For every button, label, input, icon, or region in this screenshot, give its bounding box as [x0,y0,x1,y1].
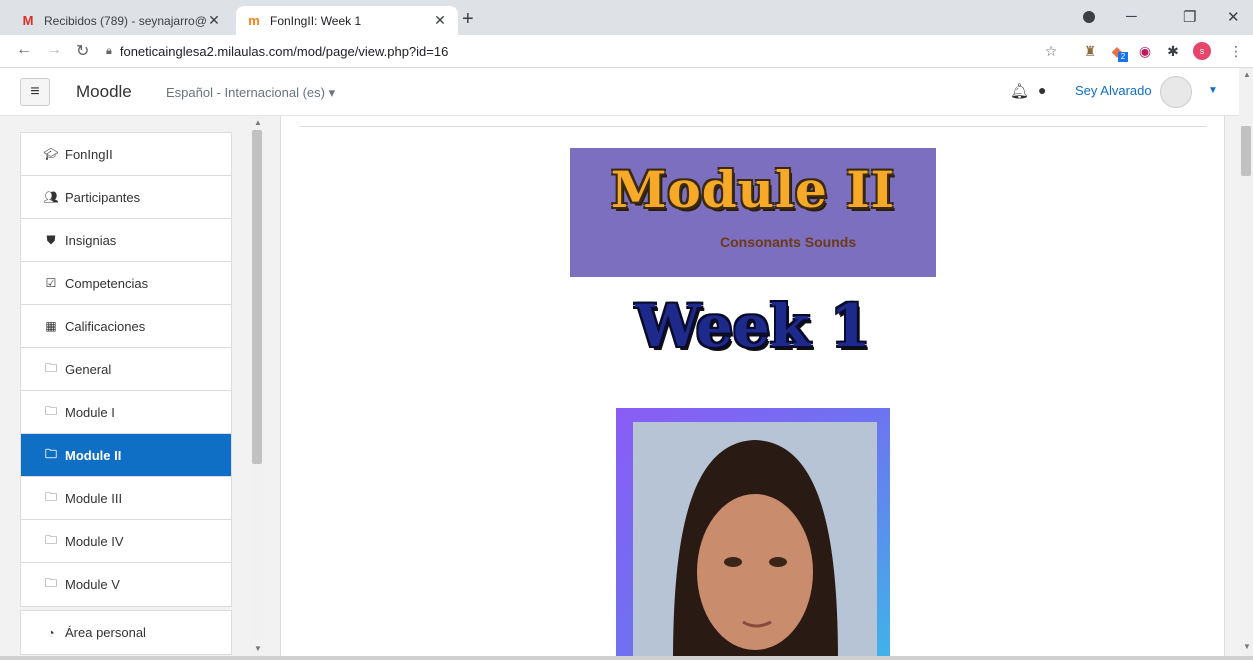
profile-avatar[interactable]: s [1193,42,1211,60]
nav-item-module-1[interactable]: 🗀 Module I [21,391,231,434]
site-nav-list: ◔ Área personal [20,610,232,655]
minimize-icon[interactable]: ─ [1126,8,1137,25]
chat-icon[interactable]: ● [1038,82,1046,98]
banner-title: Module II [611,160,895,219]
browser-toolbar: ← → ↻ 🔒︎ foneticainglesa2.milaulas.com/m… [0,35,1253,68]
teacher-photo [616,408,890,656]
folder-icon: 🗀 [44,489,57,504]
browser-tab-strip: M Recibidos (789) - seynajarro@gm ✕ m Fo… [0,0,1253,35]
nav-item-general[interactable]: 🗀 General [21,348,231,391]
users-icon: 👥︎ [43,190,59,204]
nav-label: Module I [65,404,115,420]
page-scrollbar-thumb[interactable] [1241,126,1251,176]
moodle-icon: m [248,13,260,28]
nav-drawer: 🎓︎ FonIngII 👥︎ Participantes ⛊ Insignias ☑ C… [0,116,265,656]
page-scroll-down-icon[interactable]: ▼ [1243,642,1251,651]
chevron-down-icon: ▾ [328,85,336,100]
nav-label: Module II [65,447,122,463]
tab-title: Recibidos (789) - seynajarro@gm [44,13,206,28]
folder-icon: 🗀 [44,403,57,418]
folder-icon: 🗀 [44,532,57,547]
avatar[interactable] [1160,76,1192,108]
menu-kebab-icon[interactable]: ⋮ [1227,42,1245,60]
forward-icon[interactable]: → [46,41,62,59]
nav-item-module-2[interactable]: 🗀 Module II [21,434,231,477]
address-bar[interactable]: 🔒︎ foneticainglesa2.milaulas.com/mod/pag… [106,39,1066,64]
profile-indicator-icon[interactable] [1083,11,1095,23]
banner-subtitle: Consonants Sounds [720,234,857,250]
folder-icon: 🗀 [44,446,57,461]
scroll-down-icon[interactable]: ▼ [254,644,262,653]
nav-label: Participantes [65,189,141,205]
new-tab-button[interactable]: + [462,9,474,29]
site-brand[interactable]: Moodle [76,82,132,102]
language-label: Español - Internacional (es) [166,85,325,100]
language-selector[interactable]: Español - Internacional (es) ▾ [166,85,335,101]
extension-owl-icon[interactable]: ♜ [1081,42,1099,60]
user-name[interactable]: Sey Alvarado [1075,83,1152,98]
horizontal-scrollbar[interactable] [0,656,1253,660]
graduation-cap-icon: 🎓︎ [43,147,59,161]
nav-label: Module V [65,577,120,592]
nav-label: General [65,361,112,377]
shield-icon: ⛊ [46,232,56,247]
module-banner-image: Module II Consonants Sounds [570,148,936,277]
page-scroll-up-icon[interactable]: ▲ [1243,70,1251,79]
dashboard-icon: ◔ [47,625,55,640]
scroll-up-icon[interactable]: ▲ [254,118,262,127]
portrait-image [633,422,877,656]
gmail-icon: M [22,13,34,28]
tab-moodle[interactable]: m FonIngII: Week 1 ✕ [236,6,458,35]
nav-item-module-3[interactable]: 🗀 Module III [21,477,231,520]
nav-item-grades[interactable]: ▦ Calificaciones [21,305,231,348]
nav-item-competencies[interactable]: ☑ Competencias [21,262,231,305]
portrait-illustration [633,422,877,656]
nav-label: Module III [65,490,123,506]
reload-icon[interactable]: ↻ [76,41,89,61]
nav-item-module-4[interactable]: 🗀 Module IV [21,520,231,563]
extensions-puzzle-icon[interactable]: ✱ [1164,42,1182,60]
user-menu-caret-icon[interactable]: ▼ [1208,85,1218,96]
page-content-card: Module II Consonants Sounds Week 1 [280,116,1225,656]
divider [299,126,1207,127]
moodle-navbar: ≡ Moodle Español - Internacional (es) ▾ … [0,68,1239,116]
nav-label: Module IV [65,533,124,549]
nav-item-module-5[interactable]: 🗀 Module V [21,563,231,606]
checkbox-icon: ☑ [45,276,57,290]
folder-icon: 🗀 [44,576,57,590]
nav-item-badges[interactable]: ⛊ Insignias [21,219,231,262]
extension-color-icon[interactable]: ◉ [1136,42,1154,60]
url-text: foneticainglesa2.milaulas.com/mod/page/v… [119,44,449,59]
nav-label: Área personal [65,625,146,640]
lock-icon: 🔒︎ [106,45,112,57]
table-icon: ▦ [45,319,57,333]
nav-label: FonIngII [65,146,113,162]
extension-badge: 2 [1118,52,1128,62]
close-tab-icon[interactable]: ✕ [206,12,222,29]
course-nav-list: 🎓︎ FonIngII 👥︎ Participantes ⛊ Insignias ☑ C… [20,132,232,607]
bell-icon[interactable]: 🔔︎ [1010,82,1029,100]
nav-item-participants[interactable]: 👥︎ Participantes [21,176,231,219]
nav-item-course[interactable]: 🎓︎ FonIngII [21,133,231,176]
week-title: Week 1 [635,292,871,360]
hamburger-icon: ≡ [30,83,40,100]
tab-title: FonIngII: Week 1 [270,13,362,28]
close-window-icon[interactable]: ✕ [1227,8,1240,26]
hamburger-menu-button[interactable]: ≡ [20,78,50,106]
restore-icon[interactable]: ❐ [1183,8,1196,26]
tab-gmail[interactable]: M Recibidos (789) - seynajarro@gm ✕ [10,6,232,35]
star-icon[interactable]: ☆ [1042,42,1060,60]
back-icon[interactable]: ← [16,41,32,59]
nav-label: Calificaciones [65,318,146,334]
nav-label: Competencias [65,275,149,291]
nav-label: Insignias [65,232,117,248]
drawer-scrollbar-thumb[interactable] [252,130,262,464]
folder-icon: 🗀 [44,360,57,375]
nav-item-dashboard[interactable]: ◔ Área personal [21,611,231,654]
main-region: Module II Consonants Sounds Week 1 [265,116,1239,656]
close-tab-icon[interactable]: ✕ [432,12,448,29]
